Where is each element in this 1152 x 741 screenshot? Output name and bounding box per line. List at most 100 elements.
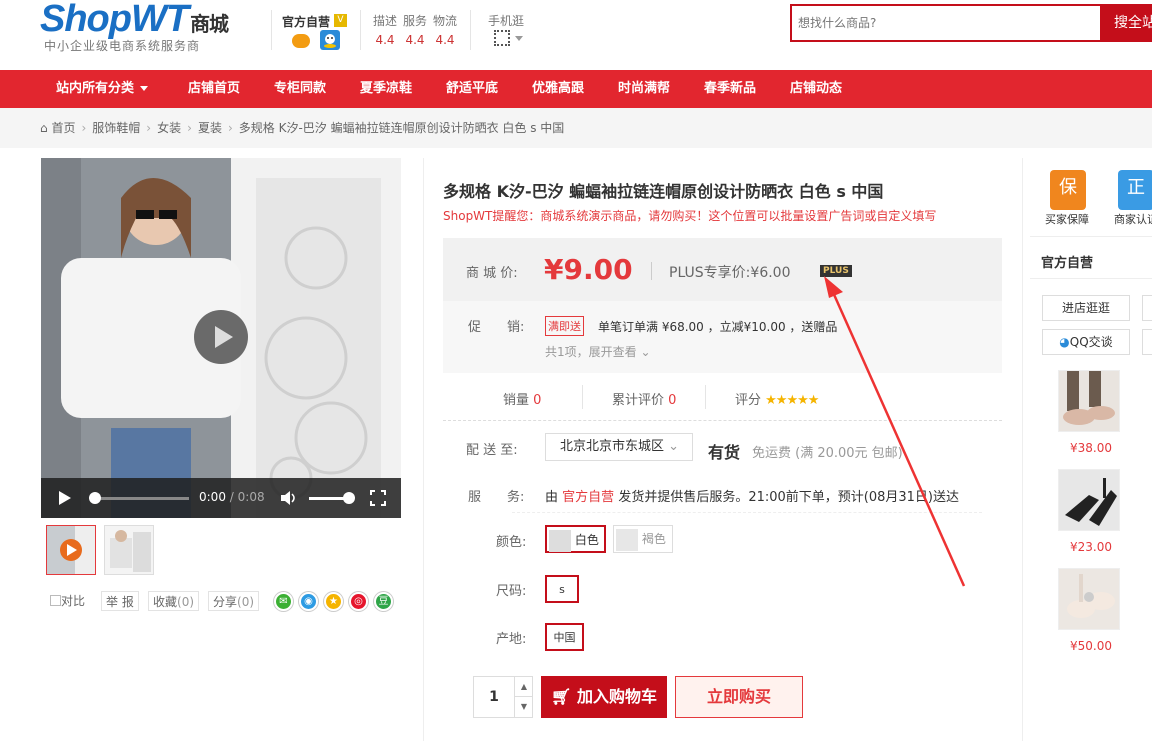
price-label: 商 城 价: xyxy=(466,266,518,281)
recommend-price: ¥38.00 xyxy=(1070,441,1112,455)
search-button[interactable]: 搜全站 xyxy=(1100,4,1152,42)
nav-item[interactable]: 专柜同款 xyxy=(274,70,326,108)
recommend-image[interactable] xyxy=(1058,370,1120,432)
report-button[interactable]: 举 报 xyxy=(101,591,139,611)
size-option[interactable]: s xyxy=(545,575,579,603)
follow-shop-button[interactable] xyxy=(1142,295,1152,321)
origin-option[interactable]: 中国 xyxy=(545,623,584,651)
fullscreen-icon[interactable] xyxy=(370,490,386,506)
service-label: 服 务: xyxy=(468,490,525,505)
breadcrumb-item[interactable]: 服饰鞋帽 xyxy=(92,121,140,135)
gallery-thumb[interactable] xyxy=(104,525,154,575)
nav-item[interactable]: 舒适平底 xyxy=(446,70,498,108)
add-to-cart-button[interactable]: 🛒︎ 加入购物车 xyxy=(541,676,667,718)
video-controls: 0:00 / 0:08 xyxy=(41,478,401,518)
price-divider xyxy=(651,262,652,280)
recommend-image[interactable] xyxy=(1058,568,1120,630)
service-shop-link[interactable]: 官方自营 xyxy=(562,490,614,505)
score-value: 4.4 xyxy=(435,33,455,47)
qq-chat-button[interactable]: ◕QQ交谈 xyxy=(1042,329,1130,355)
nav-item[interactable]: 店铺动态 xyxy=(790,70,842,108)
breadcrumb-item[interactable]: 女装 xyxy=(157,121,181,135)
nav-item[interactable]: 店铺首页 xyxy=(188,70,240,108)
section-divider xyxy=(512,512,982,513)
logo-suffix: 商城 xyxy=(190,14,229,36)
freight-info: 免运费 (满 20.00元 包邮) xyxy=(752,446,903,461)
column-divider xyxy=(1022,158,1023,741)
weibo-icon[interactable]: ◎ xyxy=(349,592,368,611)
rating-stars-icon: ★★★★★ xyxy=(765,393,819,408)
play-icon[interactable] xyxy=(57,490,73,506)
gallery-thumb-video[interactable] xyxy=(46,525,96,575)
score-label: 服务 xyxy=(402,14,427,28)
promotion-expand[interactable]: 共1项，展开查看 ⌄ xyxy=(545,343,651,360)
compare-label: 对比 xyxy=(61,594,86,608)
breadcrumb-item[interactable]: 夏装 xyxy=(198,121,222,135)
swatch-image xyxy=(549,529,571,552)
breadcrumb-item[interactable]: 首页 xyxy=(51,121,75,135)
shop-name[interactable]: 官方自营 xyxy=(282,13,330,30)
logo-text: ShopWT xyxy=(40,0,189,40)
score-item: 服务 4.4 xyxy=(400,12,430,47)
reviews-link[interactable]: 累计评价 0 xyxy=(612,389,676,408)
wangwang-icon[interactable] xyxy=(292,34,310,48)
buy-now-button[interactable]: 立即购买 xyxy=(675,676,803,718)
color-option-label: 白色 xyxy=(574,533,599,547)
plus-price: PLUS专享价:¥6.00 xyxy=(669,262,791,282)
share-count: (0) xyxy=(237,595,255,609)
visit-shop-button[interactable]: 进店逛逛 xyxy=(1042,295,1130,321)
qq-icon[interactable] xyxy=(320,30,340,50)
verified-badge-icon: V xyxy=(334,14,347,27)
qr-code-icon[interactable] xyxy=(494,30,510,46)
share-button[interactable]: 分享(0) xyxy=(208,591,260,611)
volume-icon[interactable] xyxy=(280,490,298,506)
stats-divider xyxy=(705,385,706,409)
column-divider xyxy=(423,158,424,741)
progress-handle[interactable] xyxy=(89,492,101,504)
color-option-white[interactable]: 白色 xyxy=(545,525,606,553)
volume-handle[interactable] xyxy=(343,492,355,504)
sales-value: 0 xyxy=(533,393,542,408)
recommend-image[interactable] xyxy=(1058,469,1120,531)
decrement-button[interactable]: ▼ xyxy=(514,697,533,717)
color-option-label: 褐色 xyxy=(641,532,666,546)
douban-icon[interactable]: 豆 xyxy=(374,592,393,611)
breadcrumb-separator: › xyxy=(187,121,192,135)
merchant-verified-label: 商家认证 xyxy=(1114,213,1152,226)
mobile-label: 手机逛 xyxy=(488,14,525,28)
qzone-icon[interactable]: ◉ xyxy=(299,592,318,611)
product-video[interactable] xyxy=(41,158,401,518)
promotion-text: 单笔订单满 ¥68.00 ，立减¥10.00 ，送赠品 xyxy=(598,320,838,334)
header-divider xyxy=(360,10,361,50)
reviews-label: 累计评价 xyxy=(612,393,665,408)
service-info: 由 官方自营 发货并提供售后服务。21:00前下单，预计(08月31日)送达 xyxy=(545,486,959,505)
video-progress[interactable] xyxy=(93,497,189,500)
quantity-input[interactable]: 1 xyxy=(474,677,514,717)
score-item: 物流 4.4 xyxy=(430,12,460,47)
sidebar-shop-title: 官方自营 xyxy=(1041,256,1094,271)
nav-item[interactable]: 春季新品 xyxy=(704,70,756,108)
wangwang-chat-button[interactable] xyxy=(1142,329,1152,355)
increment-button[interactable]: ▲ xyxy=(514,677,533,697)
breadcrumb-separator: › xyxy=(146,121,152,135)
promo-notice: ShopWT提醒您：商城系统演示商品，请勿购买！这个位置可以批量设置广告词或自定… xyxy=(443,209,937,223)
promotion-expand-label: 共1项，展开查看 xyxy=(545,345,637,359)
nav-item[interactable]: 优雅高跟 xyxy=(532,70,584,108)
duration: / 0:08 xyxy=(229,490,265,504)
star-icon[interactable]: ★ xyxy=(324,592,343,611)
product-title: 多规格 K汐-巴汐 蝙蝠袖拉链连帽原创设计防晒衣 白色 s 中国 xyxy=(443,182,884,201)
search-input[interactable] xyxy=(792,6,1100,40)
color-option-brown[interactable]: 褐色 xyxy=(613,525,673,553)
play-overlay-button[interactable] xyxy=(194,310,248,364)
compare-checkbox[interactable]: 对比 xyxy=(46,591,90,611)
region-select[interactable]: 北京北京市东城区 ⌄ xyxy=(545,433,693,461)
shop-logo[interactable]: ShopWT 商城 xyxy=(40,0,229,41)
nav-item[interactable]: 时尚满帮 xyxy=(618,70,670,108)
home-icon: ⌂ xyxy=(40,121,48,135)
section-divider xyxy=(443,420,1002,421)
favorite-button[interactable]: 收藏(0) xyxy=(148,591,200,611)
recommend-price: ¥50.00 xyxy=(1070,639,1112,653)
nav-all-categories[interactable]: 站内所有分类 xyxy=(56,70,149,108)
nav-item[interactable]: 夏季凉鞋 xyxy=(360,70,412,108)
wechat-icon[interactable]: ✉ xyxy=(274,592,293,611)
